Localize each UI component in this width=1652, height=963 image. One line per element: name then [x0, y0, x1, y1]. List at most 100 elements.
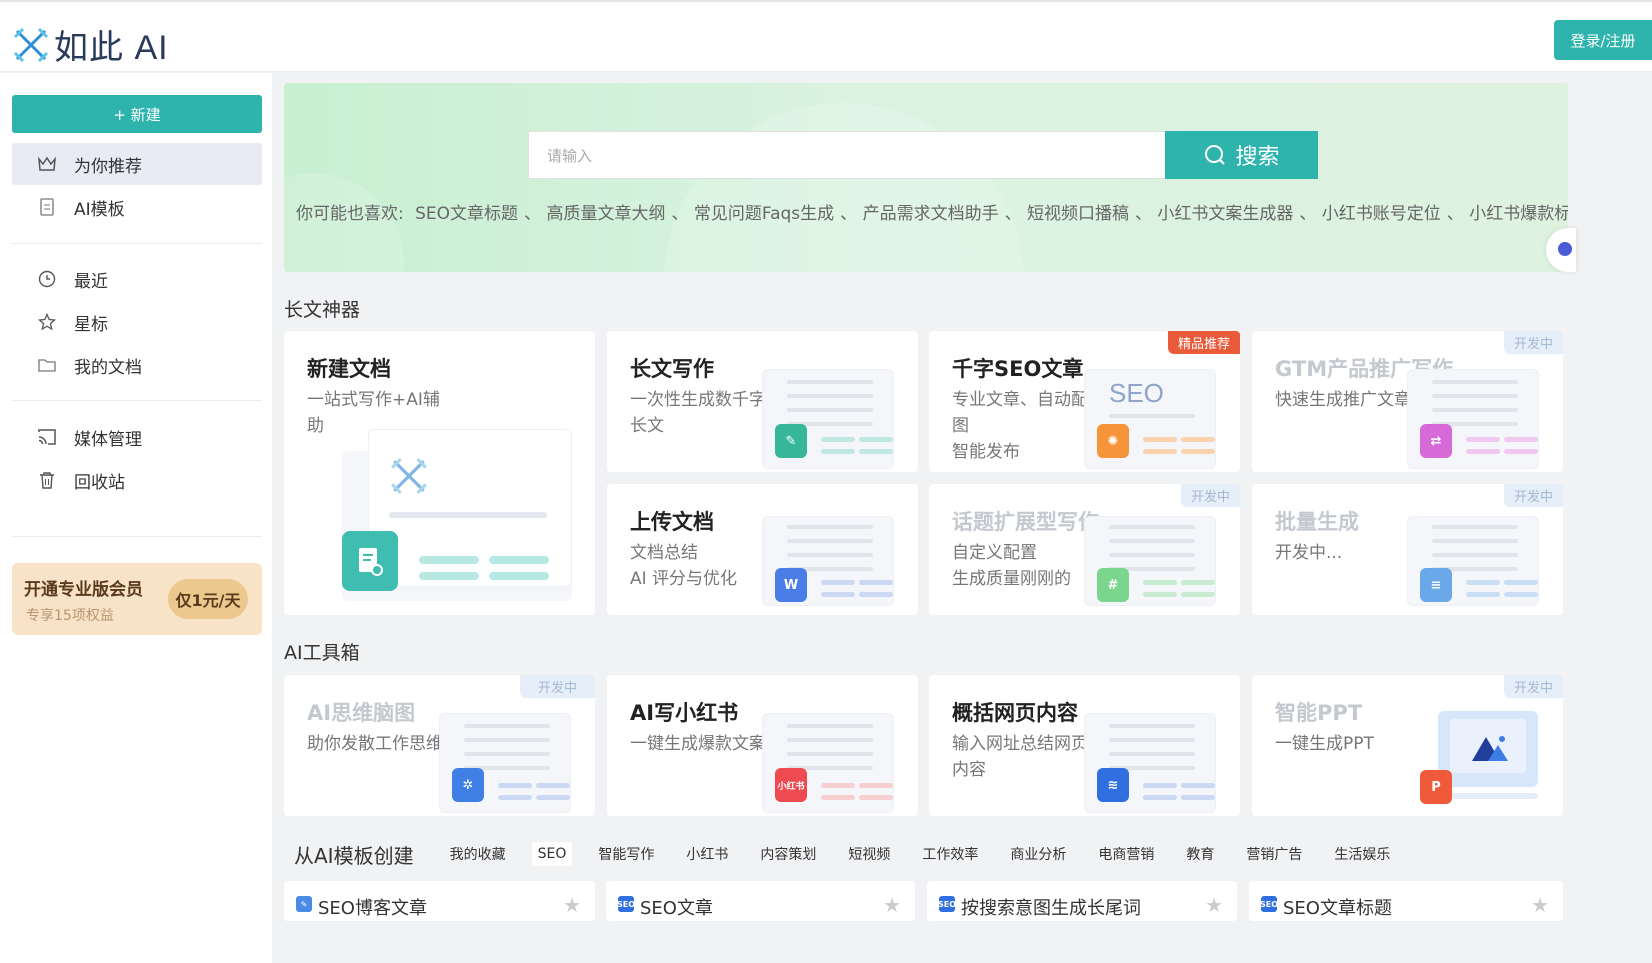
tab-lifestyle[interactable]: 生活娱乐	[1328, 840, 1396, 868]
section-title-templates: 从AI模板创建	[294, 843, 414, 868]
dev-badge: 开发中	[1503, 484, 1563, 507]
dev-badge: 开发中	[1503, 675, 1563, 698]
search-input[interactable]: 请输入	[528, 131, 1166, 179]
suggestion-link[interactable]: 高质量文章大纲	[546, 204, 665, 224]
divider	[12, 243, 262, 244]
brand-name: 如此 AI	[54, 29, 169, 67]
card-desc: 专业文章、自动配图	[952, 390, 1088, 436]
mountain-icon	[1472, 736, 1508, 761]
logo[interactable]: 如此 AI	[12, 20, 169, 69]
layers-icon: ≋	[1097, 768, 1129, 802]
login-button[interactable]: 登录/注册	[1554, 20, 1652, 60]
card-long-write[interactable]: 长文写作 一次性生成数千字长文 ✎	[607, 331, 918, 472]
card-seo-article[interactable]: 精品推荐 千字SEO文章 专业文章、自动配图 智能发布 SEO ✺	[929, 331, 1240, 472]
assistant-icon	[1558, 242, 1572, 256]
tab-content-planning[interactable]: 内容策划	[754, 840, 822, 868]
logo-icon	[13, 27, 49, 62]
suggestion-link[interactable]: SEO文章标题	[415, 204, 518, 224]
template-name: SEO文章标题	[1283, 898, 1392, 919]
tab-favorites[interactable]: 我的收藏	[444, 840, 512, 868]
sidebar-item-my-docs[interactable]: 我的文档	[12, 344, 262, 386]
card-batch-generate[interactable]: 开发中 批量生成 开发中... ≡	[1252, 484, 1563, 615]
sidebar-item-starred[interactable]: 星标	[12, 301, 262, 343]
star-icon[interactable]: ★	[1531, 893, 1549, 917]
star-icon[interactable]: ★	[883, 893, 901, 917]
card-summarize-webpage[interactable]: 概括网页内容 输入网址总结网页内容 ≋	[929, 675, 1240, 816]
tab-short-video[interactable]: 短视频	[842, 840, 896, 868]
stripe	[859, 592, 893, 597]
card-title: AI写小红书	[630, 701, 739, 725]
template-card[interactable]: SEO 按搜索意图生成长尾词 ★	[927, 881, 1237, 921]
top-bar: 如此 AI 登录/注册	[0, 0, 1652, 72]
logo-icon	[391, 458, 427, 494]
seo-icon: SEO	[1260, 896, 1278, 912]
stripe	[859, 437, 893, 442]
suggestion-link[interactable]: 小红书账号定位	[1322, 204, 1441, 224]
sidebar-item-templates[interactable]: AI模板	[12, 186, 262, 228]
sidebar-item-recommend[interactable]: 为你推荐	[12, 143, 262, 185]
stripe	[821, 795, 855, 800]
tab-xiaohongshu[interactable]: 小红书	[680, 840, 734, 868]
stripe	[1466, 449, 1500, 454]
flow-icon: ⇄	[1420, 424, 1452, 458]
card-smart-ppt[interactable]: 开发中 智能PPT 一键生成PPT P	[1252, 675, 1563, 816]
suggestion-link[interactable]: 产品需求文档助手	[863, 204, 999, 224]
seo-label: SEO	[1109, 378, 1164, 408]
hot-badge: 精品推荐	[1167, 331, 1240, 354]
suggestion-link[interactable]: 常见问题Faqs生成	[694, 204, 834, 224]
stripe	[536, 783, 570, 788]
seo-icon: SEO	[617, 896, 635, 912]
tab-education[interactable]: 教育	[1180, 840, 1220, 868]
sidebar: + 新建 为你推荐 AI模板 最近 星标 我的文档 媒体管理 回收站 开通专业版…	[0, 73, 272, 963]
template-card[interactable]: ✎ SEO博客文章 ★	[284, 881, 595, 921]
star-icon[interactable]: ★	[563, 893, 581, 917]
search-button[interactable]: 搜索	[1165, 131, 1318, 179]
suggestion-link[interactable]: 小红书文案生成器	[1157, 204, 1293, 224]
stripe	[821, 592, 855, 597]
stripe	[1143, 449, 1177, 454]
card-title: 话题扩展型写作	[952, 510, 1099, 534]
vip-price-button[interactable]: 仅1元/天	[168, 579, 248, 619]
suggestions: 你可能也喜欢: SEO文章标题、 高质量文章大纲、 常见问题Faqs生成、 产品…	[296, 199, 1568, 224]
list-doc-icon: ≡	[1420, 568, 1452, 602]
sidebar-item-label: 最近	[74, 271, 108, 292]
card-desc: 输入网址总结网页内容	[952, 734, 1088, 780]
tab-marketing[interactable]: 营销广告	[1240, 840, 1308, 868]
card-mindmap[interactable]: 开发中 AI思维脑图 助你发散工作思维 ✲	[284, 675, 595, 816]
vip-title: 开通专业版会员	[24, 580, 143, 600]
doc-illustration	[368, 429, 572, 587]
sidebar-item-label: 媒体管理	[74, 429, 142, 450]
stripe	[821, 580, 855, 585]
tab-efficiency[interactable]: 工作效率	[916, 840, 984, 868]
stripe	[821, 449, 855, 454]
template-card[interactable]: SEO SEO文章标题 ★	[1249, 881, 1563, 921]
tab-smart-writing[interactable]: 智能写作	[592, 840, 660, 868]
card-title: 智能PPT	[1275, 701, 1363, 725]
sidebar-item-trash[interactable]: 回收站	[12, 459, 262, 501]
stripe	[1143, 437, 1177, 442]
card-topic-expansion[interactable]: 开发中 话题扩展型写作 自定义配置 生成质量刚刚的 #	[929, 484, 1240, 615]
bulb-icon: ✺	[1097, 424, 1129, 458]
template-name: 按搜索意图生成长尾词	[961, 898, 1141, 919]
card-xiaohongshu[interactable]: AI写小红书 一键生成爆款文案 小红书	[607, 675, 918, 816]
star-icon[interactable]: ★	[1205, 893, 1223, 917]
tab-seo[interactable]: SEO	[531, 842, 573, 866]
card-gtm[interactable]: 开发中 GTM产品推广写作 快速生成推广文章 ⇄	[1252, 331, 1563, 472]
stripe	[1181, 592, 1215, 597]
sidebar-item-recent[interactable]: 最近	[12, 258, 262, 300]
sidebar-item-media[interactable]: 媒体管理	[12, 416, 262, 458]
vip-banner[interactable]: 开通专业版会员 专享15项权益 仅1元/天	[12, 563, 262, 635]
card-new-document[interactable]: 新建文档 一站式写作+AI辅助	[284, 331, 595, 615]
card-title: 长文写作	[630, 357, 714, 381]
template-card[interactable]: SEO SEO文章 ★	[606, 881, 915, 921]
card-upload-document[interactable]: 上传文档 文档总结 AI 评分与优化 W	[607, 484, 918, 615]
suggestion-link[interactable]: 小红书爆款标题	[1469, 204, 1568, 224]
sidebar-item-label: 星标	[74, 314, 108, 335]
tab-ecommerce[interactable]: 电商营销	[1092, 840, 1160, 868]
template-name: SEO博客文章	[318, 898, 427, 919]
tab-business-analysis[interactable]: 商业分析	[1004, 840, 1072, 868]
stripe	[1181, 580, 1215, 585]
card-title: 千字SEO文章	[952, 357, 1084, 381]
suggestion-link[interactable]: 短视频口播稿	[1027, 204, 1129, 224]
new-button[interactable]: + 新建	[12, 95, 262, 133]
